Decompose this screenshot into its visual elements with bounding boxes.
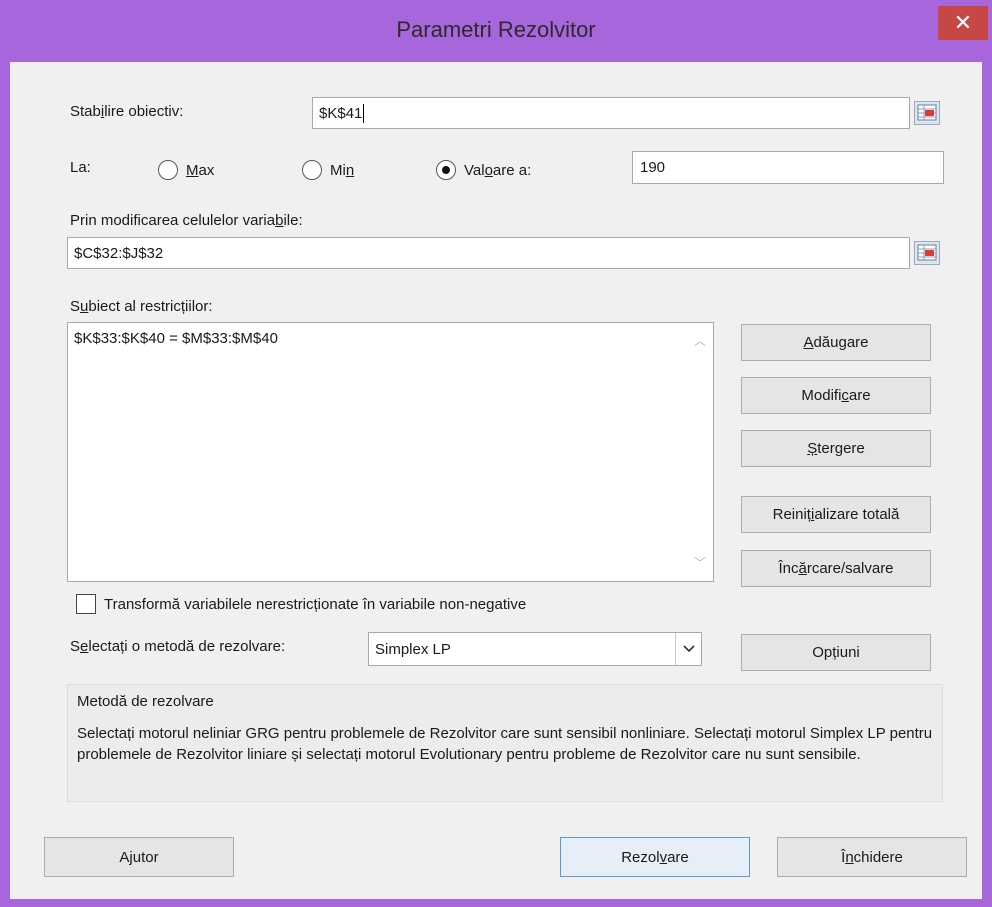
min-label[interactable]: Min	[330, 162, 354, 179]
method-label: Selectați o metodă de rezolvare:	[70, 638, 286, 655]
constraints-scrollbar[interactable]: ︿ ﹀	[687, 323, 713, 581]
load-save-button[interactable]: Înc ă rcare/salvare	[741, 550, 931, 587]
title-bar[interactable]: Parametri Rezolvitor ✕	[0, 0, 992, 62]
close-icon[interactable]: ✕	[938, 6, 988, 40]
max-label[interactable]: Max	[186, 162, 214, 179]
nonnegative-checkbox[interactable]	[76, 594, 96, 614]
value-of-label[interactable]: Valoare a:	[464, 162, 531, 179]
value-of-radio[interactable]	[436, 160, 456, 180]
method-select[interactable]: Simplex LP	[368, 632, 702, 666]
solve-button[interactable]: Rezol v are	[560, 837, 750, 877]
min-radio[interactable]	[302, 160, 322, 180]
scroll-down-icon[interactable]: ﹀	[692, 557, 708, 569]
help-button[interactable]: Aj utor	[44, 837, 234, 877]
chevron-down-icon[interactable]	[675, 633, 701, 665]
close-button[interactable]: În chidere	[777, 837, 967, 877]
nonnegative-label[interactable]: Transformă variabilele nerestricționate …	[104, 596, 526, 613]
objective-input[interactable]: $K$41	[312, 97, 910, 129]
delete-button[interactable]: Ștergere	[741, 430, 931, 467]
collapse-dialog-icon[interactable]	[914, 101, 940, 125]
target-value-input[interactable]: 190	[632, 151, 944, 184]
constraints-label: Subiect al restricțiilor:	[70, 298, 213, 315]
max-radio[interactable]	[158, 160, 178, 180]
objective-value: $K$41	[319, 104, 363, 122]
to-label: La:	[70, 159, 91, 176]
method-description: Selectați motorul neliniar GRG pentru pr…	[77, 725, 933, 763]
options-button[interactable]: Op ț iuni	[741, 634, 931, 671]
scroll-up-icon[interactable]: ︿	[692, 335, 708, 347]
method-description-group: Metodă de rezolvare Selectați motorul ne…	[67, 684, 943, 802]
variables-label: Prin modificarea celulelor variabile:	[70, 212, 303, 229]
text-caret	[363, 103, 365, 123]
reset-all-button[interactable]: Reiniț i alizare totală	[741, 496, 931, 533]
solver-dialog-window: Parametri Rezolvitor ✕ Stabilire obiecti…	[0, 0, 992, 907]
dialog-client-area: Stabilire obiectiv: $K$41 La: Max Min Va…	[10, 62, 982, 899]
list-item[interactable]: $K$33:$K$40 = $M$33:$M$40	[74, 330, 278, 347]
collapse-dialog-icon[interactable]	[914, 241, 940, 265]
variables-input[interactable]: $C$32:$J$32	[67, 237, 910, 269]
constraints-list[interactable]: $K$33:$K$40 = $M$33:$M$40 ︿ ﹀	[67, 322, 714, 582]
window-title: Parametri Rezolvitor	[396, 17, 596, 42]
objective-label: Stabilire obiectiv:	[70, 103, 184, 120]
add-button[interactable]: Adăugare	[741, 324, 931, 361]
method-selected-value: Simplex LP	[375, 640, 451, 658]
change-button[interactable]: Modifi c are	[741, 377, 931, 414]
group-title: Metodă de rezolvare	[77, 693, 214, 710]
